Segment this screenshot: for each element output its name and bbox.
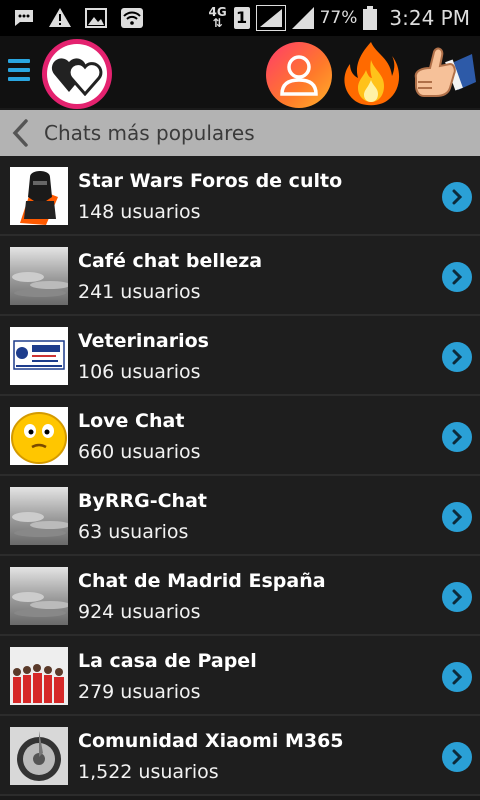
wifi-icon [121,8,143,28]
chat-row[interactable]: ByRRG-Chat 63 usuarios [0,476,480,556]
profile-icon [280,55,318,96]
chat-name: Comunidad Xiaomi M365 [78,730,344,752]
chat-row[interactable]: Love Chat 660 usuarios [0,396,480,476]
chat-user-count: 924 usuarios [78,601,201,623]
app-bar [0,36,480,146]
chevron-right-icon[interactable] [442,262,472,292]
chat-thumbnail [10,167,68,225]
chat-thumbnail [10,407,68,465]
status-bar: 4G ⇅ 1 77% 3:24 PM [0,0,480,36]
signal-icon [255,5,286,31]
chevron-right-icon[interactable] [442,342,472,372]
app-logo[interactable] [42,39,112,109]
signal-2-icon [291,7,314,29]
chat-user-count: 1,522 usuarios [78,761,219,783]
chat-list: Star Wars Foros de culto 148 usuarios Café… [0,156,480,796]
chat-thumbnail [10,327,68,385]
chat-thumbnail [10,647,68,705]
like-button[interactable] [410,42,476,106]
chat-row[interactable]: La casa de Papel 279 usuarios [0,636,480,716]
chat-thumbnail [10,487,68,545]
profile-button[interactable] [266,42,332,108]
battery-percent: 77% [319,8,358,28]
chat-name: Star Wars Foros de culto [78,170,343,192]
chat-thumbnail [10,567,68,625]
chevron-right-icon[interactable] [442,742,472,772]
chat-row[interactable]: Chat de Madrid España 924 usuarios [0,556,480,636]
menu-icon[interactable] [8,56,32,86]
chat-row[interactable]: Veterinarios 106 usuarios [0,316,480,396]
thumbs-up-icon [414,47,476,97]
back-button[interactable] [10,110,40,156]
message-icon [15,10,33,26]
chat-row[interactable]: Star Wars Foros de culto 148 usuarios [0,156,480,236]
chat-thumbnail [10,727,68,785]
chat-user-count: 148 usuarios [78,201,201,223]
chat-thumbnail [10,247,68,305]
page-header: Chats más populares [0,110,480,156]
hearts-logo-icon [51,58,103,96]
chevron-left-icon [12,119,28,147]
battery-icon [363,6,378,30]
notification-icons [12,6,144,30]
chat-user-count: 279 usuarios [78,681,201,703]
warning-icon [49,8,71,27]
chevron-right-icon[interactable] [442,422,472,452]
chat-user-count: 106 usuarios [78,361,201,383]
popular-button[interactable] [340,40,402,108]
chat-user-count: 63 usuarios [78,521,189,543]
chevron-right-icon[interactable] [442,182,472,212]
image-icon [85,8,107,28]
chat-row[interactable]: Comunidad Xiaomi M365 1,522 usuarios [0,716,480,796]
network-type: 4G ⇅ [208,5,227,30]
chat-name: ByRRG-Chat [78,490,207,512]
chat-name: Café chat belleza [78,250,263,272]
chat-name: Veterinarios [78,330,209,352]
chevron-right-icon[interactable] [442,662,472,692]
fire-icon [344,42,400,106]
chat-name: Love Chat [78,410,185,432]
chevron-right-icon[interactable] [442,582,472,612]
clock: 3:24 PM [389,6,470,30]
page-title: Chats más populares [44,121,255,145]
chat-name: Chat de Madrid España [78,570,326,592]
chat-row[interactable]: Café chat belleza 241 usuarios [0,236,480,316]
chat-user-count: 241 usuarios [78,281,201,303]
chevron-right-icon[interactable] [442,502,472,532]
chat-name: La casa de Papel [78,650,257,672]
sim-indicator: 1 [233,7,250,29]
chat-user-count: 660 usuarios [78,441,201,463]
